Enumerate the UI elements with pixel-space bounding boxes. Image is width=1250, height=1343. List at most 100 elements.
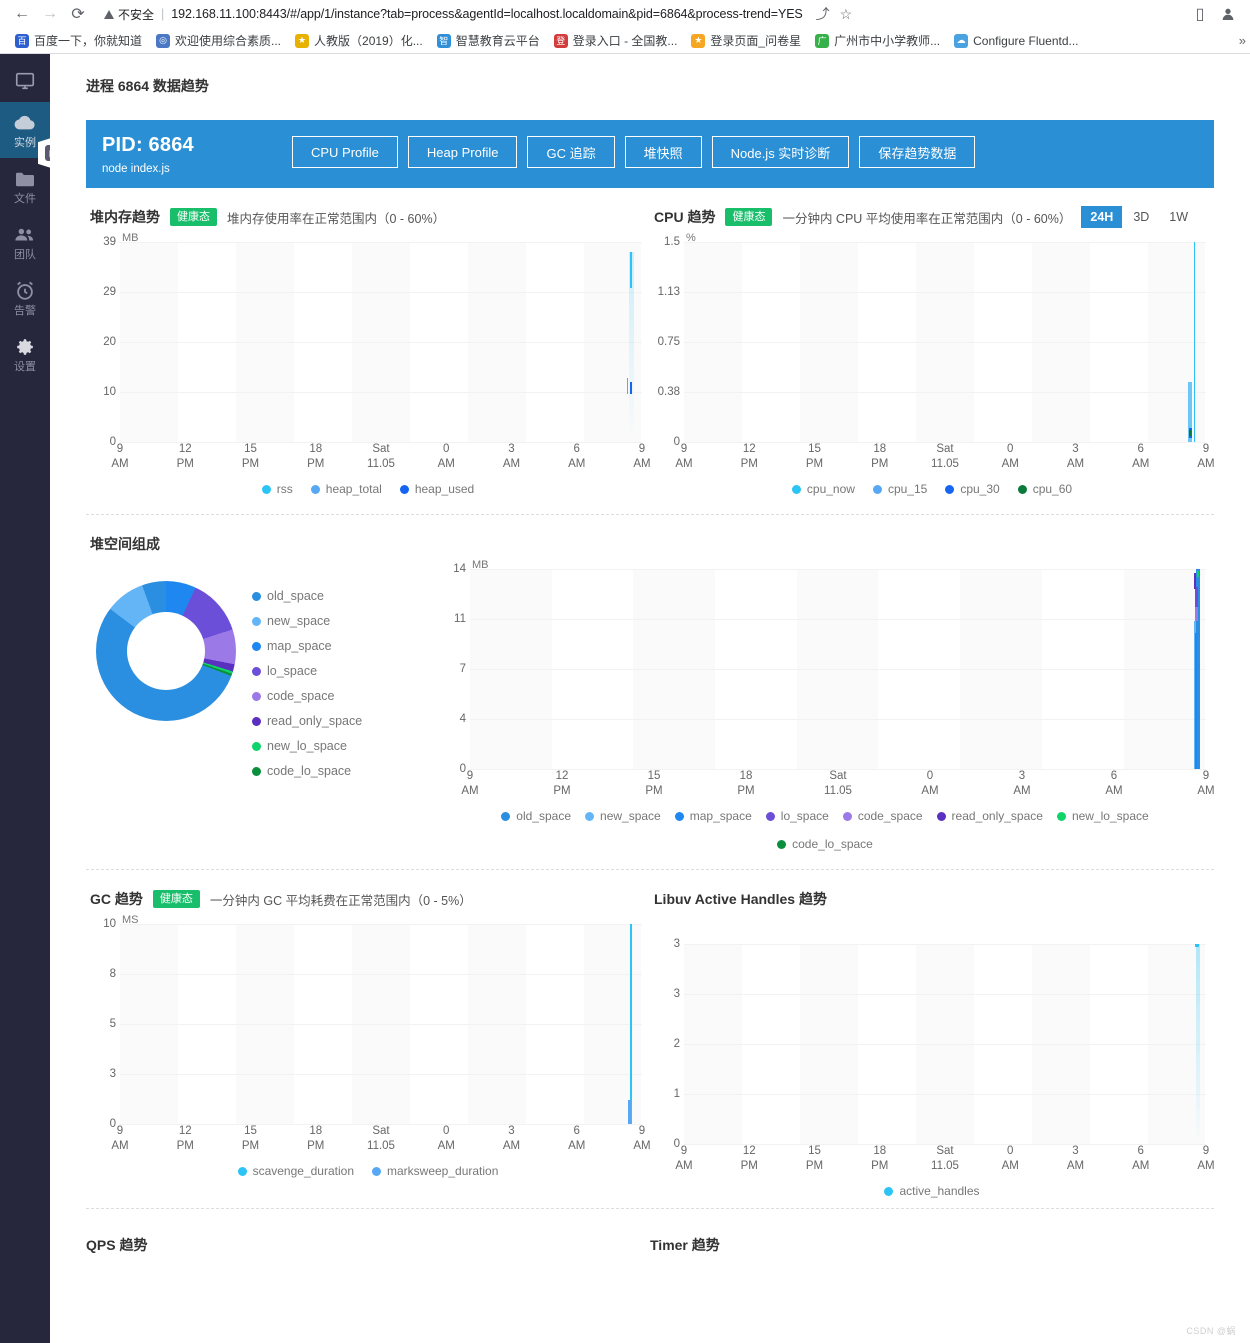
- legend-label: lo_space: [267, 664, 318, 678]
- bookmark-label: 人教版（2019）化...: [314, 34, 423, 48]
- page-title: 进程 6864 数据趋势: [86, 78, 209, 94]
- bookmarks-overflow-icon[interactable]: »: [1239, 33, 1246, 48]
- range-24h-button[interactable]: 24H: [1081, 206, 1123, 228]
- legend-item[interactable]: new_space: [585, 809, 661, 823]
- legend-item[interactable]: cpu_60: [1017, 482, 1073, 496]
- legend-item[interactable]: map_space: [252, 639, 362, 653]
- legend-item[interactable]: lo_space: [252, 664, 362, 678]
- legend-item[interactable]: active_handles: [884, 1184, 980, 1198]
- legend-dot: [399, 484, 409, 494]
- side-panel-icon[interactable]: ▯: [1186, 2, 1214, 26]
- legend-dot: [310, 484, 320, 494]
- legend-item[interactable]: code_lo_space: [252, 764, 362, 778]
- bookmark-item[interactable]: ★ 人教版（2019）化...: [288, 30, 430, 52]
- legend-label: heap_total: [325, 482, 382, 496]
- team-icon: [14, 224, 36, 246]
- legend-item[interactable]: map_space: [674, 809, 752, 823]
- bookmark-item[interactable]: 登 登录入口 - 全国教...: [547, 30, 685, 52]
- legend-item[interactable]: lo_space: [765, 809, 829, 823]
- forward-icon[interactable]: →: [36, 2, 64, 26]
- sidebar-item-alerts[interactable]: 告警: [0, 270, 50, 326]
- heap-space-trend-chart[interactable]: MB 14 11 7 4 0 9 AM 12 PM 15 PM 18 PM Sa…: [436, 557, 1214, 851]
- app-root: 实例 文件 团队 告警 设置 ▶: [0, 54, 1250, 1343]
- sidebar-item-files[interactable]: 文件: [0, 158, 50, 214]
- legend-label: new_lo_space: [267, 739, 347, 753]
- legend-item[interactable]: new_lo_space: [1056, 809, 1149, 823]
- legend-item[interactable]: scavenge_duration: [237, 1164, 354, 1178]
- sidebar-item-team[interactable]: 团队: [0, 214, 50, 270]
- share-icon[interactable]: ⤴: [816, 4, 830, 24]
- heap-memory-chart[interactable]: MB 39 29 20 10 0 9 AM 12 PM 15 PM 18 PM …: [86, 230, 650, 496]
- bookmark-item[interactable]: 广 广州市中小学教师...: [808, 30, 947, 52]
- y-tick: 39: [103, 236, 116, 248]
- cpu-profile-button[interactable]: CPU Profile: [292, 136, 398, 168]
- sidebar-item-label: 团队: [14, 249, 36, 261]
- legend-item[interactable]: code_space: [842, 809, 923, 823]
- x-axis: 9 AM 12 PM 15 PM 18 PM Sat 11.05 0 AM 3 AM 6 AM …: [111, 443, 651, 470]
- bookmark-label: 智慧教育云平台: [455, 34, 540, 48]
- legend-item[interactable]: old_space: [252, 589, 362, 603]
- cpu-chart[interactable]: % 1.5 1.13 0.75 0.38 0 9 AM 12 PM 15 PM …: [650, 230, 1215, 496]
- legend-dot: [936, 811, 946, 821]
- bookmark-item[interactable]: ☁ Configure Fluentd...: [947, 30, 1085, 52]
- y-tick: 4: [459, 713, 466, 725]
- save-trend-data-button[interactable]: 保存趋势数据: [859, 136, 976, 168]
- bookmark-item[interactable]: ◎ 欢迎使用综合素质...: [149, 30, 288, 52]
- x-axis: 9 AM 12 PM 15 PM 18 PM Sat 11.05 0 AM 3 AM 6 AM …: [461, 770, 1215, 797]
- pid-info: PID: 6864 node index.js: [102, 134, 292, 175]
- range-1w-button[interactable]: 1W: [1160, 206, 1197, 228]
- legend-item[interactable]: read_only_space: [252, 714, 362, 728]
- watermark: CSDN @蜗: [1186, 1326, 1236, 1336]
- sidebar-logo[interactable]: [0, 60, 50, 102]
- legend-item[interactable]: heap_used: [399, 482, 474, 496]
- legend-dot: [1017, 484, 1027, 494]
- heap-profile-button[interactable]: Heap Profile: [407, 136, 518, 168]
- libuv-chart[interactable]: 3 3 2 1 0 9 AM 12 PM 15 PM 18 PM Sat 11.…: [650, 912, 1215, 1198]
- legend-item[interactable]: heap_total: [310, 482, 382, 496]
- bookmark-label: 登录入口 - 全国教...: [572, 34, 678, 48]
- legend-item[interactable]: cpu_15: [872, 482, 927, 496]
- bookmark-item[interactable]: ★ 登录页面_问卷星: [684, 30, 808, 52]
- heap-snapshot-button[interactable]: 堆快照: [624, 136, 702, 168]
- bookmark-item[interactable]: 百 百度一下，你就知道: [8, 30, 149, 52]
- pid-command: node index.js: [102, 163, 170, 175]
- bookmark-item[interactable]: 智 智慧教育云平台: [430, 30, 547, 52]
- legend-item[interactable]: new_lo_space: [252, 739, 362, 753]
- address-bar[interactable]: 不安全 | 192.168.11.100:8443/#/app/1/instan…: [98, 2, 1180, 26]
- bookmark-star-icon[interactable]: ☆: [840, 6, 853, 23]
- gc-trace-button[interactable]: GC 追踪: [527, 136, 615, 168]
- legend-dot: [872, 484, 882, 494]
- legend-item[interactable]: cpu_30: [945, 482, 1000, 496]
- sidebar-item-settings[interactable]: 设置: [0, 326, 50, 382]
- y-tick: 8: [109, 968, 116, 980]
- legend-label: code_space: [857, 809, 923, 823]
- profile-avatar-icon[interactable]: [1214, 2, 1242, 26]
- gc-chart[interactable]: MS 10 8 5 3 0 9 AM 12 PM 15 PM 18 PM Sat…: [86, 912, 650, 1178]
- legend-item[interactable]: read_only_space: [936, 809, 1043, 823]
- reload-icon[interactable]: ⟳: [64, 2, 92, 26]
- qps-panel: QPS 趋势: [86, 1235, 650, 1255]
- legend-item[interactable]: code_lo_space: [446, 837, 1204, 851]
- y-tick: 20: [103, 336, 116, 348]
- series-area: [684, 242, 1206, 442]
- chart-description: 堆内存使用率在正常范围内（0 - 60%）: [227, 211, 446, 226]
- legend-label: cpu_60: [1032, 482, 1073, 496]
- y-tick: 29: [103, 286, 116, 298]
- range-3d-button[interactable]: 3D: [1124, 206, 1158, 228]
- row-gc-libuv: GC 趋势 健康态 一分钟内 GC 平均耗费在正常范围内（0 - 5%） MS …: [86, 870, 1215, 1198]
- heap-space-donut[interactable]: [96, 581, 236, 721]
- legend-item[interactable]: marksweep_duration: [372, 1164, 498, 1178]
- bookmark-favicon: 登: [553, 33, 568, 48]
- chart-title: Timer 趋势: [650, 1237, 720, 1253]
- insecure-warning[interactable]: 不安全: [104, 6, 154, 23]
- nodejs-live-diagnosis-button[interactable]: Node.js 实时诊断: [711, 136, 850, 168]
- legend-item[interactable]: new_space: [252, 614, 362, 628]
- main-content: 进程 6864 数据趋势 PID: 6864 node index.js CPU…: [50, 54, 1250, 1343]
- bookmark-favicon: 智: [436, 33, 451, 48]
- legend-item[interactable]: cpu_now: [791, 482, 855, 496]
- legend-item[interactable]: old_space: [501, 809, 571, 823]
- legend-item[interactable]: rss: [261, 482, 293, 496]
- back-icon[interactable]: ←: [8, 2, 36, 26]
- legend-item[interactable]: code_space: [252, 689, 362, 703]
- omnibox-separator: |: [161, 7, 165, 21]
